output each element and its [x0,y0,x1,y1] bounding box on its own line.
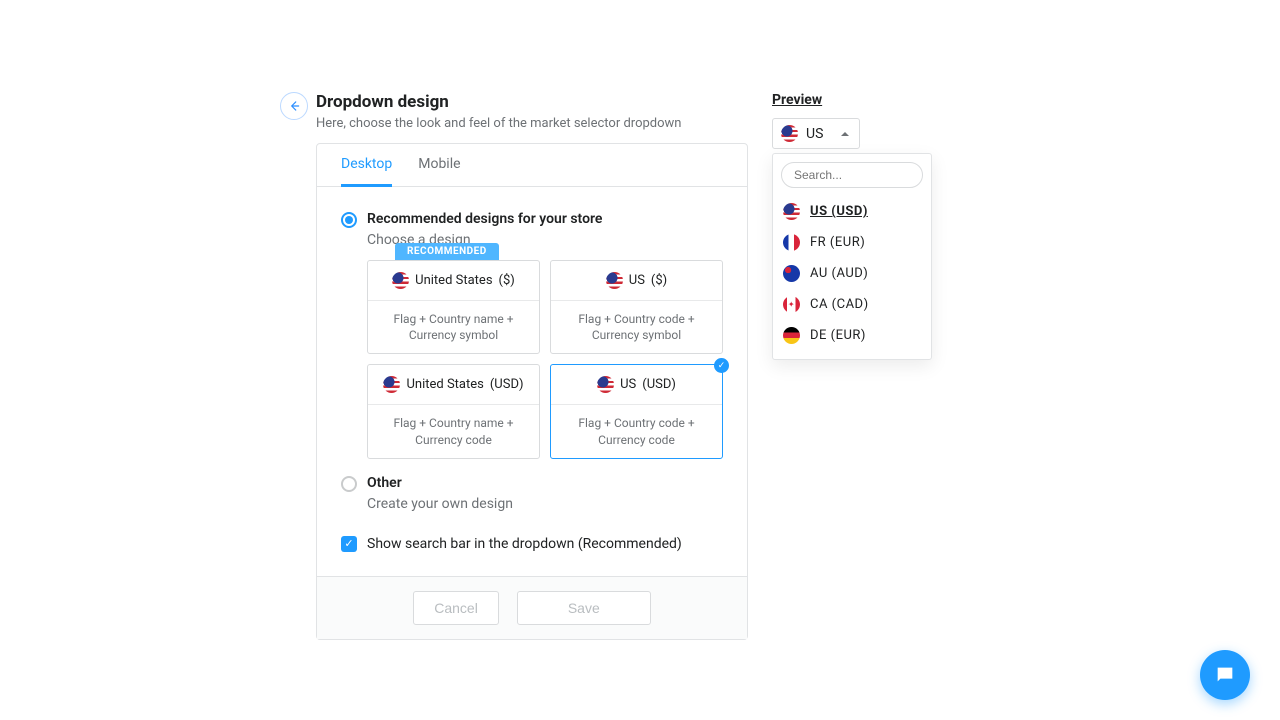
preview-item-us[interactable]: US (USD) [781,196,923,227]
preview-item-au[interactable]: AU (AUD) [781,258,923,289]
settings-card: Desktop Mobile Recommended designs for y… [316,143,748,640]
design-card-desc: Flag + Country code + Currency symbol [551,301,722,353]
design-card-country: United States [415,273,492,288]
design-card-currency: (USD) [642,377,676,392]
back-button[interactable] [280,92,308,120]
radio-recommended[interactable]: Recommended designs for your store [341,211,723,228]
preview-search-input[interactable] [781,162,923,188]
preview-item-label: US (USD) [810,204,868,219]
card-footer: Cancel Save [317,576,747,639]
design-card-desc: Flag + Country code + Currency code [551,405,722,457]
design-card-3[interactable]: ✓ United States (USD) Flag + Country nam… [367,364,540,458]
fr-flag-icon [783,234,800,251]
us-flag-icon [383,376,400,393]
design-card-desc: Flag + Country name + Currency symbol [368,301,539,353]
preview-item-label: DE (EUR) [810,328,866,343]
chat-icon [1214,664,1236,686]
checkbox-searchbar-label: Show search bar in the dropdown (Recomme… [367,536,682,552]
arrow-left-icon [287,99,301,113]
us-flag-icon [392,272,409,289]
recommended-badge: RECOMMENDED [395,243,499,260]
design-card-country: United States [406,377,483,392]
tab-desktop[interactable]: Desktop [341,144,392,187]
save-button[interactable]: Save [517,591,651,625]
checkbox-icon: ✓ [341,536,357,552]
preview-selector-button[interactable]: US [772,118,860,149]
radio-other[interactable]: Other [341,475,723,492]
au-flag-icon [783,265,800,282]
design-card-1[interactable]: ✓ United States ($) Flag + Country name … [367,260,540,354]
design-card-4[interactable]: ✓ US (USD) Flag + Country code + Currenc… [550,364,723,458]
design-card-currency: ($) [651,273,667,288]
design-card-2[interactable]: ✓ US ($) Flag + Country code + Currency … [550,260,723,354]
de-flag-icon [783,327,800,344]
page-title: Dropdown design [316,92,748,112]
radio-other-sub: Create your own design [367,496,723,512]
preview-item-label: FR (EUR) [810,235,865,250]
preview-selected-text: US [806,126,823,142]
caret-up-icon [841,132,849,136]
radio-recommended-label: Recommended designs for your store [367,211,602,227]
preview-item-label: CA (CAD) [810,297,869,312]
radio-icon [341,212,357,228]
preview-item-fr[interactable]: FR (EUR) [781,227,923,258]
us-flag-icon [597,376,614,393]
preview-label: Preview [772,92,972,108]
design-card-country: US [629,273,645,288]
ca-flag-icon [783,296,800,313]
design-card-desc: Flag + Country name + Currency code [368,405,539,457]
tabs: Desktop Mobile [317,144,747,187]
preview-dropdown: US (USD) FR (EUR) AU (AUD) CA (CAD) DE (… [772,153,932,360]
preview-item-de[interactable]: DE (EUR) [781,320,923,351]
design-card-currency: (USD) [490,377,524,392]
radio-other-label: Other [367,475,402,491]
check-icon: ✓ [714,358,729,373]
preview-item-ca[interactable]: CA (CAD) [781,289,923,320]
page-subtitle: Here, choose the look and feel of the ma… [316,116,748,131]
design-card-currency: ($) [499,273,515,288]
cancel-button[interactable]: Cancel [413,591,499,625]
chat-button[interactable] [1200,650,1250,700]
preview-item-label: AU (AUD) [810,266,868,281]
radio-icon [341,476,357,492]
tab-mobile[interactable]: Mobile [418,144,460,187]
us-flag-icon [783,203,800,220]
us-flag-icon [606,272,623,289]
us-flag-icon [781,125,798,142]
checkbox-searchbar[interactable]: ✓ Show search bar in the dropdown (Recom… [341,536,723,552]
design-card-country: US [620,377,636,392]
